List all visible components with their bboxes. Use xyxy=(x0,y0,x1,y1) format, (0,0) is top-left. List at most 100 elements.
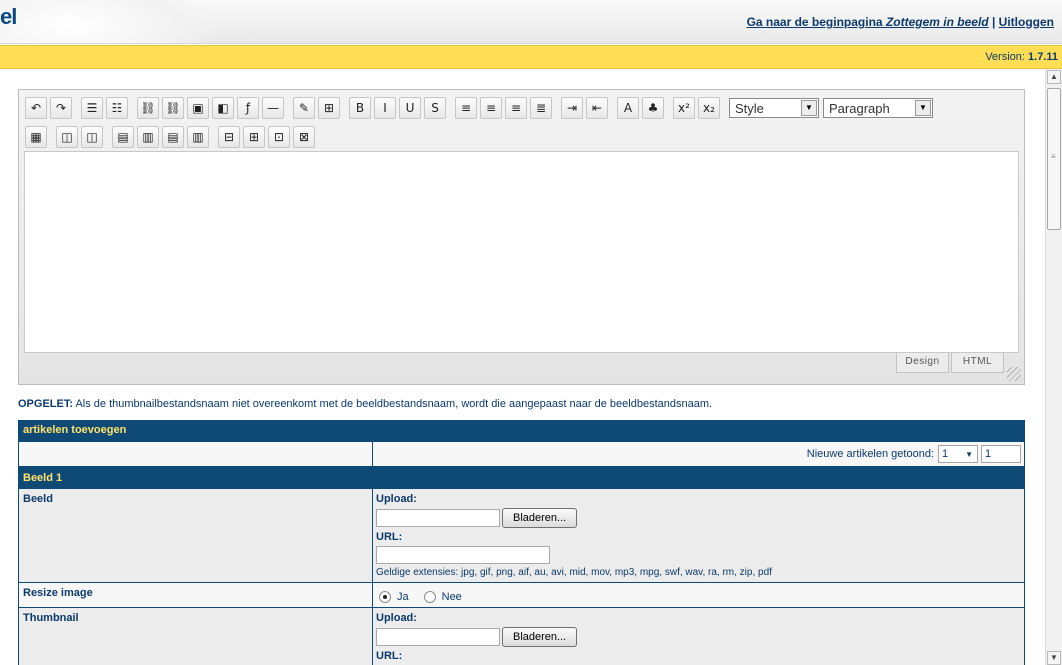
undo-icon[interactable]: ↶ xyxy=(25,97,47,119)
insert-link-icon[interactable]: ⛓ xyxy=(137,97,159,119)
section-title: Beeld 1 xyxy=(19,466,1024,488)
ordered-list-icon[interactable]: ☰ xyxy=(81,97,103,119)
scroll-down-icon[interactable]: ▼ xyxy=(1047,651,1061,665)
thumbnail-notice: OPGELET: Als de thumbnailbestandsnaam ni… xyxy=(18,398,712,410)
image-url-field[interactable] xyxy=(376,546,550,564)
align-right-icon[interactable]: ≡ xyxy=(505,97,527,119)
toolbar-row-2: ▦ ◫ ◫ ▤ ▥ ▤ ▥ ⊟ ⊞ ⊡ ⊠ xyxy=(25,125,318,149)
article-count-input[interactable]: 1 xyxy=(981,445,1021,463)
insert-column-left-icon[interactable]: ◫ xyxy=(56,126,78,148)
home-link-prefix: Ga naar de beginpagina xyxy=(746,15,886,29)
edit-source-icon[interactable]: ✎ xyxy=(293,97,315,119)
resize-no-label[interactable]: Nee xyxy=(442,591,462,603)
image-url-label: URL: xyxy=(376,531,403,543)
article-count-row: Nieuwe artikelen getoond: 1 ▼ 1 xyxy=(19,441,1024,466)
strikethrough-icon[interactable]: S xyxy=(424,97,446,119)
valid-extensions-note: Geldige extensies: jpg, gif, png, aif, a… xyxy=(376,567,772,578)
show-borders-icon[interactable]: ⊞ xyxy=(318,97,340,119)
home-link-site: Zottegem in beeld xyxy=(885,15,989,29)
resize-grip-icon[interactable] xyxy=(1007,367,1021,381)
tab-design[interactable]: Design xyxy=(896,353,949,373)
merge-cells-icon[interactable]: ⊟ xyxy=(218,126,240,148)
horizontal-rule-icon[interactable]: — xyxy=(262,97,284,119)
paragraph-select[interactable]: Paragraph ▼ xyxy=(823,98,933,118)
chevron-down-icon: ▼ xyxy=(801,100,817,116)
thumbnail-upload-label: Upload: xyxy=(376,612,417,624)
home-link[interactable]: Ga naar de beginpagina Zottegem in beeld xyxy=(747,15,989,29)
text-color-icon[interactable]: A xyxy=(617,97,639,119)
insert-flash-icon[interactable]: ƒ xyxy=(237,97,259,119)
resize-yes-radio[interactable] xyxy=(379,591,391,603)
count-label: Nieuwe artikelen getoond: xyxy=(806,448,934,460)
notice-text: Als de thumbnailbestandsnaam niet overee… xyxy=(73,398,713,410)
cell-properties-icon[interactable]: ⊡ xyxy=(268,126,290,148)
insert-image-icon[interactable]: ▣ xyxy=(187,97,209,119)
paragraph-select-value: Paragraph xyxy=(829,100,890,116)
resize-row: Resize image Ja Nee xyxy=(19,582,1024,607)
scroll-up-icon[interactable]: ▲ xyxy=(1047,70,1061,84)
version-label: Version: xyxy=(985,51,1025,63)
site-logo[interactable]: el xyxy=(0,4,17,30)
insert-column-right-icon[interactable]: ◫ xyxy=(81,126,103,148)
article-count-select[interactable]: 1 ▼ xyxy=(938,445,978,463)
delete-row-icon[interactable]: ▤ xyxy=(162,126,184,148)
insert-row-icon[interactable]: ▤ xyxy=(112,126,134,148)
resize-yes-label[interactable]: Ja xyxy=(397,591,409,603)
align-left-icon[interactable]: ≡ xyxy=(455,97,477,119)
thumbnail-label: Thumbnail xyxy=(19,608,373,665)
redo-icon[interactable]: ↷ xyxy=(50,97,72,119)
superscript-icon[interactable]: x² xyxy=(673,97,695,119)
toolbar-row-1: ↶ ↷ ☰ ☷ ⛓ ⛓ ▣ ◧ ƒ — ✎ ⊞ B I U S ≡ ≡ ≡ ≣ ⇥ ⇤ A ♣ x² x₂ Style ▼ Paragr… xyxy=(25,96,937,120)
editor-content-area[interactable] xyxy=(24,151,1019,353)
page-scrollbar[interactable]: ▲ ≡ ▼ xyxy=(1045,70,1062,665)
notice-label: OPGELET: xyxy=(18,398,74,410)
table-properties-icon[interactable]: ⊠ xyxy=(293,126,315,148)
align-justify-icon[interactable]: ≣ xyxy=(530,97,552,119)
remove-link-icon[interactable]: ⛓ xyxy=(162,97,184,119)
header-links: Ga naar de beginpagina Zottegem in beeld… xyxy=(747,15,1054,29)
tab-html[interactable]: HTML xyxy=(951,353,1004,373)
logout-link[interactable]: Uitloggen xyxy=(999,15,1054,29)
thumbnail-url-label: URL: xyxy=(376,650,403,662)
subscript-icon[interactable]: x₂ xyxy=(698,97,720,119)
chevron-down-icon: ▼ xyxy=(965,449,973,459)
insert-column-icon[interactable]: ▥ xyxy=(137,126,159,148)
image-browse-button[interactable]: Bladeren... xyxy=(502,508,578,528)
highlight-color-icon[interactable]: ♣ xyxy=(642,97,664,119)
rich-text-editor: ↶ ↷ ☰ ☷ ⛓ ⛓ ▣ ◧ ƒ — ✎ ⊞ B I U S ≡ ≡ ≡ ≣ ⇥ ⇤ A ♣ x² x₂ Style ▼ Paragr… xyxy=(18,89,1025,385)
outdent-icon[interactable]: ⇤ xyxy=(586,97,608,119)
insert-media-icon[interactable]: ◧ xyxy=(212,97,234,119)
header-decoration xyxy=(0,0,220,43)
count-row-label xyxy=(19,442,373,466)
version-number: 1.7.11 xyxy=(1028,51,1058,63)
resize-label: Resize image xyxy=(19,583,373,607)
version-bar: Version: 1.7.11 xyxy=(0,45,1062,69)
grip-icon: ≡ xyxy=(1051,152,1056,161)
site-header: el Ga naar de beginpagina Zottegem in be… xyxy=(0,0,1062,44)
resize-no-radio[interactable] xyxy=(423,591,436,603)
align-center-icon[interactable]: ≡ xyxy=(480,97,502,119)
split-cells-icon[interactable]: ⊞ xyxy=(243,126,265,148)
form-title: artikelen toevoegen xyxy=(19,420,1024,441)
thumbnail-upload-field[interactable] xyxy=(376,628,500,646)
thumbnail-browse-button[interactable]: Bladeren... xyxy=(502,627,578,647)
bold-icon[interactable]: B xyxy=(349,97,371,119)
image-row: Beeld Upload: Bladeren... URL: Geldige e… xyxy=(19,488,1024,582)
italic-icon[interactable]: I xyxy=(374,97,396,119)
image-upload-field[interactable] xyxy=(376,509,500,527)
underline-icon[interactable]: U xyxy=(399,97,421,119)
delete-column-icon[interactable]: ▥ xyxy=(187,126,209,148)
editor-mode-tabs: Design HTML xyxy=(894,353,1004,373)
scroll-thumb[interactable]: ≡ xyxy=(1047,88,1061,230)
insert-table-icon[interactable]: ▦ xyxy=(25,126,47,148)
unordered-list-icon[interactable]: ☷ xyxy=(106,97,128,119)
chevron-down-icon: ▼ xyxy=(915,100,931,116)
style-select[interactable]: Style ▼ xyxy=(729,98,819,118)
image-label: Beeld xyxy=(19,489,373,582)
style-select-value: Style xyxy=(735,100,764,116)
indent-icon[interactable]: ⇥ xyxy=(561,97,583,119)
article-count-value: 1 xyxy=(942,448,949,460)
image-upload-label: Upload: xyxy=(376,493,417,505)
add-articles-form: artikelen toevoegen Nieuwe artikelen get… xyxy=(18,420,1025,665)
thumbnail-row: Thumbnail Upload: Bladeren... URL: xyxy=(19,607,1024,665)
